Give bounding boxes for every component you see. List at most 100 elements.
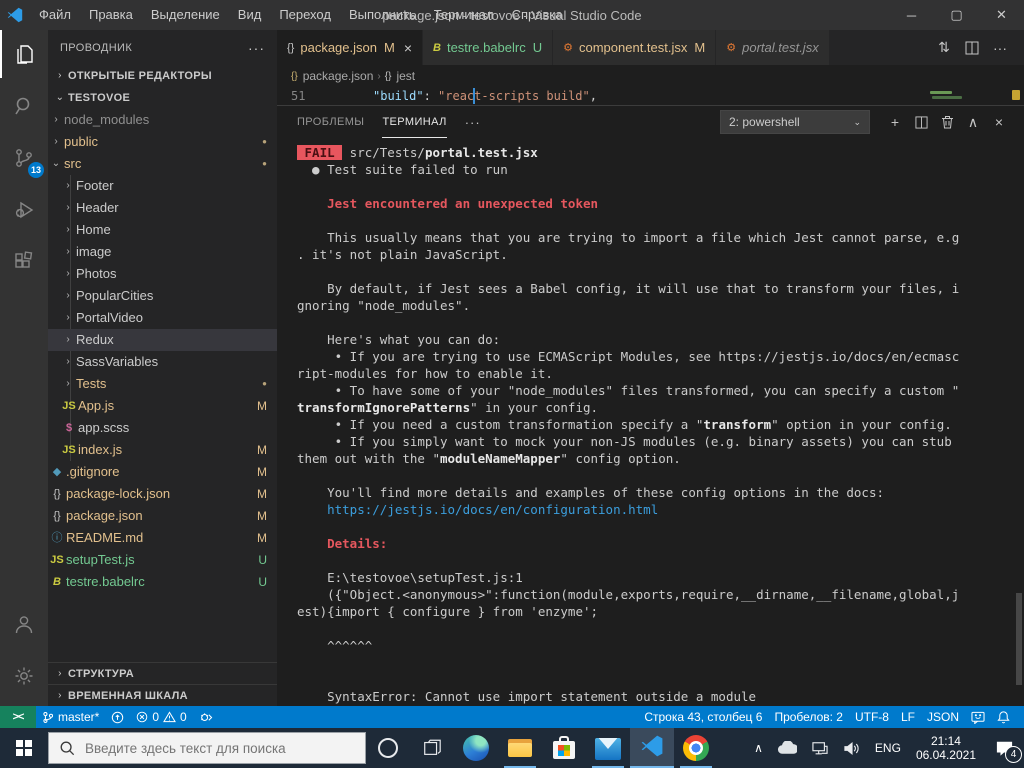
tree-item-label: package-lock.json: [66, 486, 171, 501]
tab-terminal[interactable]: ТЕРМИНАЛ: [382, 106, 447, 138]
tree-item-app.js[interactable]: JS App.js M: [48, 395, 277, 417]
network-icon[interactable]: [804, 728, 836, 768]
tree-item-home[interactable]: › Home: [48, 219, 277, 241]
timeline-section[interactable]: › ВРЕМЕННАЯ ШКАЛА: [48, 684, 277, 706]
tab-component.test.jsx[interactable]: ⚙ component.test.jsx M: [553, 30, 717, 65]
sync-button[interactable]: [105, 706, 130, 728]
terminal-output[interactable]: FAIL src/Tests/portal.test.jsx ● Test su…: [277, 138, 1024, 706]
menu-item-2[interactable]: Выделение: [142, 0, 229, 30]
language-mode[interactable]: JSON: [921, 706, 965, 728]
run-debug-icon[interactable]: [0, 186, 48, 234]
tree-item-footer[interactable]: › Footer: [48, 175, 277, 197]
sidebar-more-icon[interactable]: ···: [248, 40, 265, 56]
tree-item-portalvideo[interactable]: › PortalVideo: [48, 307, 277, 329]
extensions-icon[interactable]: [0, 238, 48, 286]
breadcrumb-item[interactable]: package.json: [303, 69, 374, 83]
tree-item-readme.md[interactable]: ⓘ README.md M: [48, 527, 277, 549]
cortana-button[interactable]: [366, 728, 410, 768]
problems-item[interactable]: 0 0: [130, 706, 192, 728]
menu-item-4[interactable]: Переход: [270, 0, 340, 30]
indentation[interactable]: Пробелов: 2: [768, 706, 849, 728]
chrome-taskbar-button[interactable]: [674, 728, 718, 768]
tree-item-node_modules[interactable]: › node_modules: [48, 109, 277, 131]
close-panel-icon[interactable]: ×: [986, 114, 1012, 130]
git-branch-item[interactable]: master*: [36, 706, 105, 728]
tree-item-package-lock.json[interactable]: {} package-lock.json M: [48, 483, 277, 505]
tree-item-header[interactable]: › Header: [48, 197, 277, 219]
settings-gear-icon[interactable]: [0, 652, 48, 700]
close-button[interactable]: ✕: [979, 0, 1024, 30]
accounts-icon[interactable]: [0, 600, 48, 648]
taskbar-search[interactable]: [48, 732, 366, 764]
task-view-button[interactable]: [410, 728, 454, 768]
explorer-icon[interactable]: [0, 30, 48, 78]
root-folder-section[interactable]: ⌄ TESTOVOE: [48, 87, 277, 109]
tree-item-redux[interactable]: › Redux: [48, 329, 277, 351]
menu-item-1[interactable]: Правка: [80, 0, 142, 30]
breadcrumb-item[interactable]: jest: [396, 69, 415, 83]
minimize-button[interactable]: ─: [889, 0, 934, 30]
split-editor-icon[interactable]: [958, 41, 986, 55]
onedrive-cloud-icon[interactable]: [770, 728, 804, 768]
menu-item-3[interactable]: Вид: [229, 0, 271, 30]
split-terminal-icon[interactable]: [908, 115, 934, 129]
tree-item-app.scss[interactable]: $ app.scss: [48, 417, 277, 439]
tree-item-sassvariables[interactable]: › SassVariables: [48, 351, 277, 373]
minimap-mark: [930, 91, 952, 94]
search-icon[interactable]: [0, 82, 48, 130]
outline-section[interactable]: › СТРУКТУРА: [48, 662, 277, 684]
tab-problems[interactable]: ПРОБЛЕМЫ: [297, 106, 364, 138]
maximize-button[interactable]: ▢: [934, 0, 979, 30]
terminal-select[interactable]: 2: powershell ⌄: [720, 110, 870, 134]
tab-portal.test.jsx[interactable]: ⚙ portal.test.jsx: [716, 30, 830, 65]
json-file-icon: {}: [53, 488, 61, 500]
debug-status-icon[interactable]: [193, 706, 219, 728]
editor-more-icon[interactable]: ···: [986, 40, 1014, 56]
vscode-taskbar-button[interactable]: [630, 728, 674, 768]
language-indicator[interactable]: ENG: [868, 728, 908, 768]
tree-item-public[interactable]: › public ●: [48, 131, 277, 153]
terminal-link[interactable]: https://jestjs.io/docs/en/configuration.…: [327, 502, 658, 517]
tree-item-image[interactable]: › image: [48, 241, 277, 263]
tab-testre.babelrc[interactable]: Btestre.babelrc U: [423, 30, 554, 65]
menu-item-0[interactable]: Файл: [30, 0, 80, 30]
tree-item-photos[interactable]: › Photos: [48, 263, 277, 285]
tree-item-.gitignore[interactable]: ◆ .gitignore M: [48, 461, 277, 483]
source-control-icon[interactable]: 13: [0, 134, 48, 182]
mail-taskbar-button[interactable]: [586, 728, 630, 768]
open-changes-icon[interactable]: ⇅: [930, 39, 958, 56]
action-center-button[interactable]: 4: [984, 728, 1024, 768]
tray-expand-icon[interactable]: ∧: [747, 728, 770, 768]
encoding[interactable]: UTF-8: [849, 706, 895, 728]
tree-item-setuptest.js[interactable]: JS setupTest.js U: [48, 549, 277, 571]
tree-item-testre.babelrc[interactable]: Btestre.babelrc U: [48, 571, 277, 593]
remote-indicator[interactable]: ><: [0, 706, 36, 728]
volume-icon[interactable]: [836, 728, 868, 768]
open-editors-section[interactable]: › ОТКРЫТЫЕ РЕДАКТОРЫ: [48, 65, 277, 87]
tree-item-tests[interactable]: › Tests ●: [48, 373, 277, 395]
start-button[interactable]: [0, 728, 48, 768]
explorer-taskbar-button[interactable]: [498, 728, 542, 768]
cursor-position[interactable]: Строка 43, столбец 6: [638, 706, 768, 728]
store-taskbar-button[interactable]: [542, 728, 586, 768]
edge-taskbar-button[interactable]: [454, 728, 498, 768]
eol[interactable]: LF: [895, 706, 921, 728]
tree-item-src[interactable]: ⌄ src ●: [48, 153, 277, 175]
kill-terminal-icon[interactable]: [934, 115, 960, 129]
close-tab-icon[interactable]: ×: [404, 40, 412, 56]
feedback-icon[interactable]: [965, 706, 991, 728]
maximize-panel-icon[interactable]: ∧: [960, 114, 986, 131]
tab-package.json[interactable]: {} package.json M ×: [277, 30, 424, 65]
tree-item-package.json[interactable]: {} package.json M: [48, 505, 277, 527]
tree-item-popularcities[interactable]: › PopularCities: [48, 285, 277, 307]
notifications-bell-icon[interactable]: [991, 706, 1016, 728]
terminal-scrollbar[interactable]: [1016, 593, 1022, 685]
tree-item-label: Tests: [76, 376, 107, 391]
tree-item-index.js[interactable]: JS index.js M: [48, 439, 277, 461]
search-input[interactable]: [85, 740, 335, 756]
new-terminal-icon[interactable]: +: [882, 114, 908, 130]
panel-more-icon[interactable]: ···: [465, 115, 481, 130]
clock[interactable]: 21:14 06.04.2021: [908, 734, 984, 762]
